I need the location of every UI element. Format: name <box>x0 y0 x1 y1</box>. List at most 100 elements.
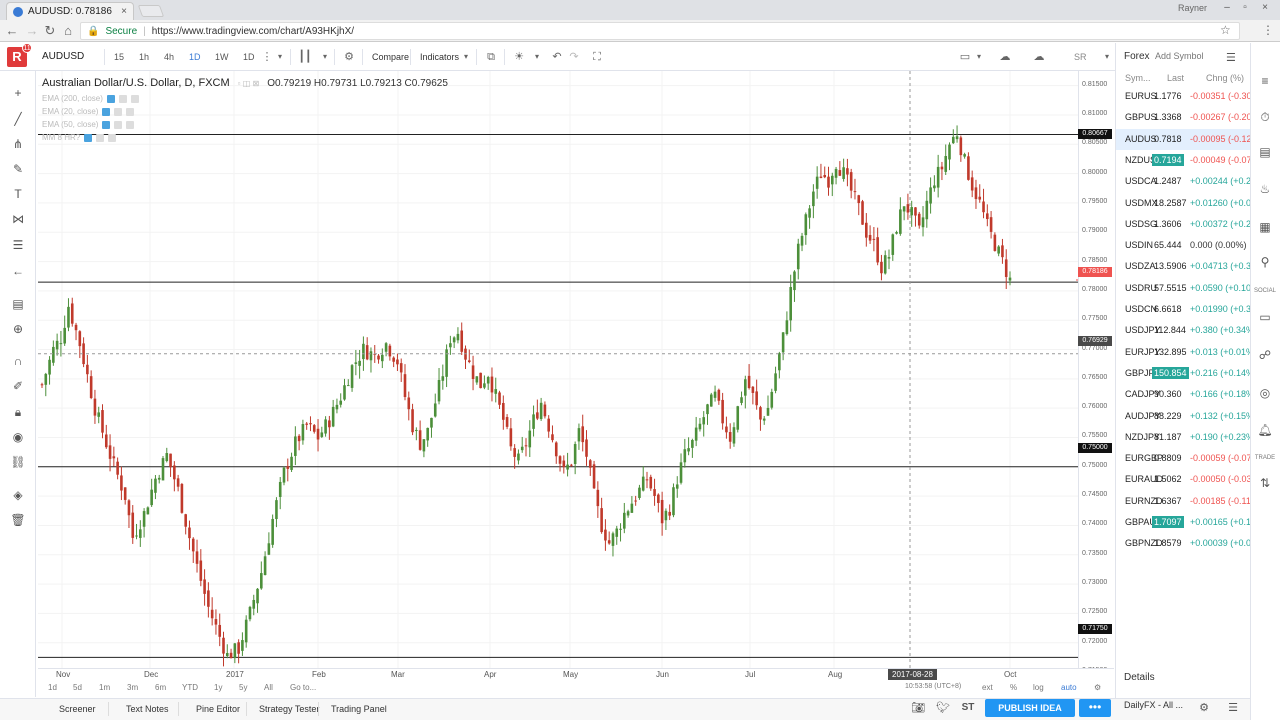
eye-icon[interactable] <box>84 133 93 142</box>
watchlist-row[interactable]: USDIN 65.444 0.000 (0.00%) <box>1116 235 1250 256</box>
settings-gear-icon[interactable]: ⚙ <box>342 49 356 65</box>
indicators-button[interactable]: Indicators <box>420 49 459 65</box>
text-tool-icon[interactable]: T <box>9 185 27 203</box>
auto-scale-toggle[interactable]: auto <box>1061 683 1077 692</box>
eye-icon[interactable] <box>106 94 115 103</box>
compare-button[interactable]: Compare <box>372 49 409 65</box>
details-section-header[interactable]: Details <box>1124 672 1155 683</box>
settings-icon[interactable] <box>96 133 105 142</box>
log-scale-toggle[interactable]: log <box>1033 683 1044 692</box>
watchlist-row[interactable]: AUDUS 0.7818 -0.00095 (-0.12 <box>1116 128 1250 150</box>
news-source-label[interactable]: DailyFX - All ... <box>1124 700 1183 710</box>
maximize-icon[interactable]: ▫ <box>1238 2 1252 14</box>
user-menu-dropdown-icon[interactable]: ▾ <box>1100 49 1114 65</box>
range-5d[interactable]: 5d <box>73 683 82 692</box>
settings-icon[interactable] <box>114 107 123 116</box>
layout-dropdown-icon[interactable]: ▾ <box>972 49 986 65</box>
indicator-ema20[interactable]: EMA (20, close) <box>42 107 135 116</box>
browser-profile-name[interactable]: Rayner <box>1178 3 1207 13</box>
watchlist-row[interactable]: GBPJPY 150.854 +0.216 (+0.14% <box>1116 363 1250 384</box>
redo-icon[interactable]: ↷ <box>567 49 581 65</box>
link-icon[interactable]: ⛓ <box>9 453 27 471</box>
watchlist-row[interactable]: USDSG 1.3606 +0.00372 (+0.2 <box>1116 214 1250 235</box>
new-tab-button[interactable] <box>137 5 165 17</box>
timeframe-1w[interactable]: 1W <box>215 49 229 65</box>
symbol-search-input[interactable]: AUDUSD <box>38 49 98 65</box>
alert-lightbulb-icon[interactable]: ☀ <box>512 49 526 65</box>
watchlist-menu-icon[interactable]: ☰ <box>1226 51 1236 64</box>
ideas-bulb-icon[interactable]: ⚲ <box>1255 253 1275 271</box>
close-icon[interactable] <box>126 120 135 129</box>
cloud-save-icon[interactable]: ☁ <box>998 49 1012 65</box>
stocktwits-icon[interactable]: ST <box>960 700 976 716</box>
tab-pine-editor[interactable]: Pine Editor <box>196 704 240 714</box>
browser-menu-icon[interactable]: ⋮ <box>1262 23 1274 37</box>
extended-hours-toggle[interactable]: ext <box>982 683 993 692</box>
pitchfork-tool-icon[interactable]: ⋔ <box>9 135 27 153</box>
notifications-bell-icon[interactable]: 🔔︎ <box>1255 421 1275 439</box>
col-last[interactable]: Last <box>1167 73 1184 83</box>
close-icon[interactable] <box>130 94 139 103</box>
timeframe-1h[interactable]: 1h <box>139 49 149 65</box>
data-window-icon[interactable]: ▤ <box>1255 143 1275 161</box>
range-ytd[interactable]: YTD <box>182 683 198 692</box>
watchlist-row[interactable]: EURJPY 132.895 +0.013 (+0.01% <box>1116 342 1250 363</box>
window-close-icon[interactable]: × <box>1258 2 1272 14</box>
legend-settings-icon[interactable]: ▫ ◫ ⊠ <box>238 79 260 88</box>
fib-tool-icon[interactable]: ☰ <box>9 236 27 254</box>
tab-screener[interactable]: Screener <box>59 704 96 714</box>
tab-text-notes[interactable]: Text Notes <box>126 704 169 714</box>
indicator-custom[interactable]: MM 8 HR? <box>42 133 117 142</box>
settings-gear-icon[interactable]: ⚙ <box>1196 700 1212 716</box>
alerts-clock-icon[interactable]: ⏱ <box>1255 108 1275 126</box>
forward-arrow-icon[interactable]: → <box>24 23 40 39</box>
watchlist-row[interactable]: EURAUD 1.5062 -0.00050 (-0.03 <box>1116 469 1250 490</box>
brush-tool-icon[interactable]: ✎ <box>9 160 27 178</box>
close-icon[interactable] <box>126 107 135 116</box>
minimize-icon[interactable]: – <box>1220 2 1234 14</box>
scale-settings-icon[interactable]: ⚙ <box>1094 683 1101 692</box>
watchlist-row[interactable]: NZDJPY 81.187 +0.190 (+0.23% <box>1116 427 1250 448</box>
col-change[interactable]: Chng (%) <box>1206 73 1244 83</box>
watchlist-row[interactable]: USDZA 13.5906 +0.04713 (+0.3 <box>1116 256 1250 277</box>
magnet-tool-icon[interactable]: ∩ <box>9 352 27 370</box>
watchlist-title[interactable]: Forex <box>1124 51 1150 62</box>
percent-scale-toggle[interactable]: % <box>1010 683 1017 692</box>
layout-icon[interactable]: ▭ <box>958 49 972 65</box>
twitter-icon[interactable]: 🐦︎ <box>935 700 951 716</box>
watchlist-row[interactable]: EURNZD 1.6367 -0.00185 (-0.11 <box>1116 491 1250 512</box>
timeframe-4h[interactable]: 4h <box>164 49 174 65</box>
watchlist-row[interactable]: EURUS 1.1776 -0.00351 (-0.30 <box>1116 86 1250 107</box>
bookmark-star-icon[interactable]: ☆ <box>1220 23 1231 37</box>
range-1y[interactable]: 1y <box>214 683 222 692</box>
measure-tool-icon[interactable]: ▤ <box>9 295 27 313</box>
arrow-tool-icon[interactable]: ← <box>9 262 27 280</box>
alert-dropdown-icon[interactable]: ▾ <box>530 49 544 65</box>
watchlist-icon[interactable]: ≡ <box>1255 72 1275 90</box>
browser-tab[interactable]: AUDUSD: 0.78186 ▼ -0.1 × <box>6 2 134 20</box>
trend-line-tool-icon[interactable]: ╱ <box>9 110 27 128</box>
tab-strategy-tester[interactable]: Strategy Tester <box>259 704 319 714</box>
camera-snapshot-icon[interactable]: 📷︎ <box>910 700 926 716</box>
settings-icon[interactable] <box>118 94 127 103</box>
eye-icon[interactable] <box>102 107 111 116</box>
tab-trading-panel[interactable]: Trading Panel <box>331 704 387 714</box>
layers-icon[interactable]: ◈ <box>9 486 27 504</box>
list-menu-icon[interactable]: ☰ <box>1225 700 1241 716</box>
close-icon[interactable] <box>108 133 117 142</box>
timeframe-1d[interactable]: 1D <box>189 49 201 65</box>
watchlist-row[interactable]: USDCA 1.2487 +0.00244 (+0.2 <box>1116 171 1250 192</box>
lock-drawings-icon[interactable]: 🔒︎ <box>9 403 27 421</box>
watchlist-row[interactable]: USDMX 18.2587 +0.01260 (+0.0 <box>1116 193 1250 214</box>
crosshair-tool-icon[interactable]: + <box>9 84 27 102</box>
settings-icon[interactable] <box>114 120 123 129</box>
candle-style-icon[interactable]: ┃┃ <box>298 49 312 65</box>
watchlist-row[interactable]: EURGBP 0.8809 -0.00059 (-0.07 <box>1116 448 1250 469</box>
indicator-ema200[interactable]: EMA (200, close) <box>42 94 139 103</box>
timeframe-15[interactable]: 15 <box>114 49 124 65</box>
range-1d[interactable]: 1d <box>48 683 57 692</box>
timeframe-custom[interactable]: 1D <box>243 49 255 65</box>
range-6m[interactable]: 6m <box>155 683 166 692</box>
broadcast-icon[interactable]: ◎ <box>1255 384 1275 402</box>
add-symbol-input[interactable]: Add Symbol <box>1155 51 1204 61</box>
